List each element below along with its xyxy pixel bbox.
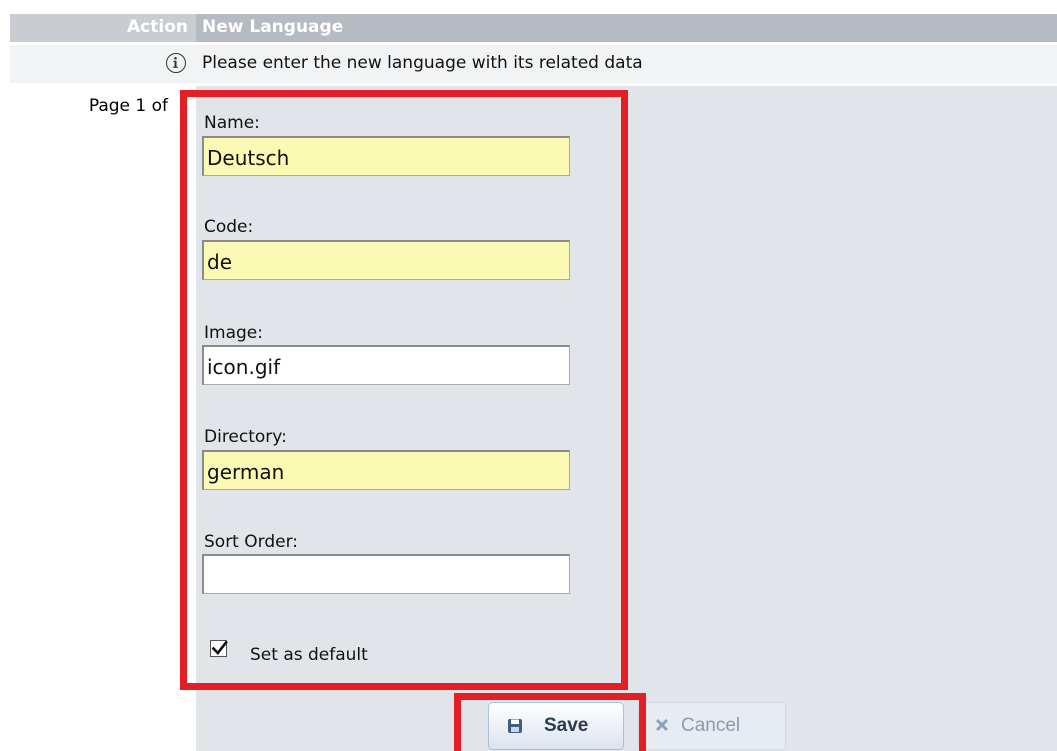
info-icon-cell [10,45,196,83]
info-message: Please enter the new language with its r… [202,53,643,73]
header-action-label: Action [127,17,188,37]
language-form-page: Action New Language Please enter the new… [0,0,1057,751]
page-title: New Language [202,17,344,37]
header-title-cell: New Language [196,14,1057,42]
cancel-button-label: Cancel [681,715,741,736]
header-action-cell: Action [10,14,196,42]
form-highlight-frame [180,90,628,690]
info-icon [166,53,186,73]
x-icon [656,719,668,731]
page-indicator: Page 1 of [88,96,168,116]
cancel-button[interactable]: Cancel [638,702,786,750]
save-highlight-frame [454,693,646,751]
info-message-cell: Please enter the new language with its r… [196,45,1057,83]
